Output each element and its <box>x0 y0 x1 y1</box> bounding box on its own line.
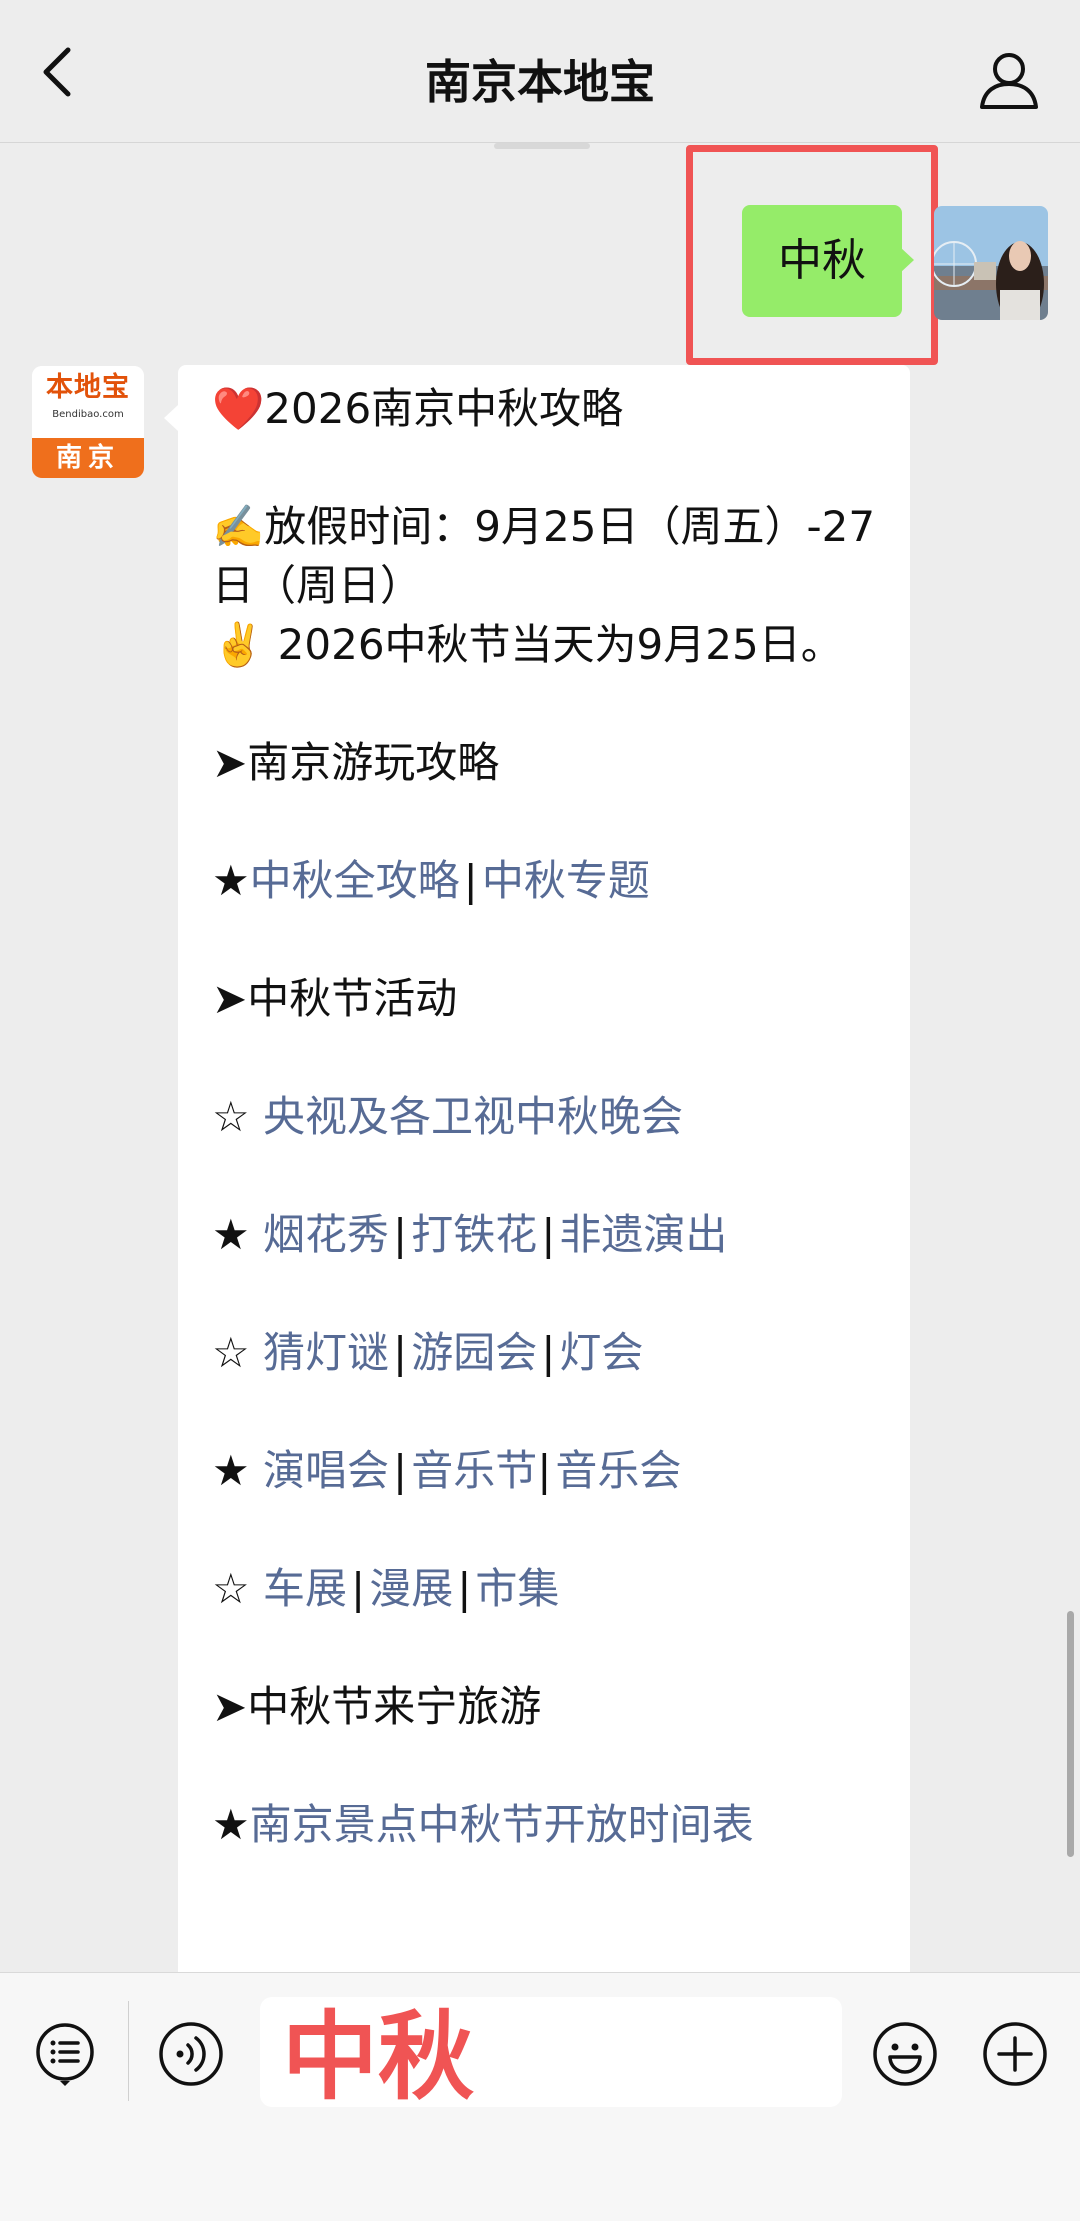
user-avatar-photo <box>934 206 1048 320</box>
brand-avatar[interactable]: 本地宝 Bendibao.com 南京 <box>32 366 144 478</box>
message-link[interactable]: 漫展 <box>369 1564 453 1613</box>
heart-emoji-icon: ❤️ <box>212 384 265 433</box>
input-bar-divider <box>128 2001 129 2101</box>
writing-hand-emoji-icon: ✍️ <box>212 502 265 551</box>
arrow-icon: ➤ <box>212 1682 248 1731</box>
message-link[interactable]: 央视及各卫视中秋晚会 <box>263 1092 683 1141</box>
message-link[interactable]: 中秋专题 <box>482 856 650 905</box>
outgoing-message-bubble[interactable]: 中秋 <box>742 205 902 317</box>
chat-info-button[interactable] <box>978 52 1040 110</box>
brand-logo-domain: Bendibao.com <box>52 409 124 420</box>
menu-button[interactable] <box>32 2021 98 2087</box>
message-link[interactable]: 烟花秀 <box>263 1210 389 1259</box>
section-heading: ➤南京游玩攻略 <box>212 738 500 787</box>
message-link[interactable]: 中秋全攻略 <box>250 856 460 905</box>
arrow-icon: ➤ <box>212 974 248 1023</box>
message-input-bar: 中秋 <box>0 1972 1080 2221</box>
user-avatar[interactable] <box>934 206 1048 320</box>
brand-logo-top: 本地宝 Bendibao.com <box>32 366 144 438</box>
voice-icon <box>159 2022 223 2086</box>
arrow-icon: ➤ <box>212 738 248 787</box>
outgoing-bubble-tail <box>900 247 914 273</box>
message-input-field[interactable]: 中秋 <box>260 1997 842 2107</box>
incoming-message-bubble[interactable]: ❤️2026南京中秋攻略 ✍️放假时间：9月25日（周五）-27日（周日） ✌️… <box>178 365 910 1973</box>
message-link[interactable]: 演唱会 <box>263 1446 389 1495</box>
message-link[interactable]: 音乐节 <box>411 1446 537 1495</box>
message-line-holiday: ✍️放假时间：9月25日（周五）-27日（周日） <box>212 502 876 610</box>
star-filled-icon: ★ <box>212 1446 250 1495</box>
message-link[interactable]: 游园会 <box>411 1328 537 1377</box>
link-row: ★南京景点中秋节开放时间表 <box>212 1795 892 1854</box>
link-row: ☆ 猜灯谜|游园会|灯会 <box>212 1328 644 1377</box>
link-row: ☆ 央视及各卫视中秋晚会 <box>212 1087 892 1146</box>
message-link[interactable]: 灯会 <box>559 1328 643 1377</box>
link-row: ☆ 车展|漫展|市集 <box>212 1564 560 1613</box>
top-navigation-bar: 南京本地宝 <box>0 0 1080 143</box>
star-filled-icon: ★ <box>212 1210 250 1259</box>
more-actions-button[interactable] <box>982 2021 1048 2087</box>
star-outline-icon: ☆ <box>212 1328 250 1377</box>
chat-title: 南京本地宝 <box>425 55 655 109</box>
star-filled-icon: ★ <box>212 856 250 905</box>
star-outline-icon: ☆ <box>212 1564 250 1613</box>
link-row: ★ 烟花秀|打铁花|非遗演出 <box>212 1210 728 1259</box>
message-line-festival-day: ✌️ 2026中秋节当天为9月25日。 <box>212 620 843 669</box>
emoji-icon <box>873 2022 937 2086</box>
message-line-title: ❤️2026南京中秋攻略 <box>212 384 624 433</box>
message-link[interactable]: 音乐会 <box>555 1446 681 1495</box>
timestamp-fragment <box>494 143 590 149</box>
brand-logo-name: 本地宝 <box>46 372 130 403</box>
star-outline-icon: ☆ <box>212 1092 250 1141</box>
incoming-message-text: ❤️2026南京中秋攻略 ✍️放假时间：9月25日（周五）-27日（周日） ✌️… <box>212 379 892 1854</box>
list-menu-icon <box>36 2023 94 2086</box>
person-icon <box>980 53 1038 109</box>
incoming-bubble-tail <box>164 405 178 431</box>
plus-icon <box>983 2022 1047 2086</box>
voice-button[interactable] <box>158 2021 224 2087</box>
message-link[interactable]: 非遗演出 <box>559 1210 727 1259</box>
message-link[interactable]: 车展 <box>263 1564 347 1613</box>
chat-message-area[interactable]: 中秋 本地宝 Bendibao.com 南京 ❤️2026南京中秋攻略 ✍️放假… <box>0 143 1080 1973</box>
message-link[interactable]: 猜灯谜 <box>263 1328 389 1377</box>
brand-logo-city: 南京 <box>32 438 144 478</box>
link-row: ★ 演唱会|音乐节|音乐会 <box>212 1446 682 1495</box>
chat-scrollbar[interactable] <box>1067 1611 1074 1857</box>
victory-hand-emoji-icon: ✌️ <box>212 620 265 669</box>
message-link[interactable]: 南京景点中秋节开放时间表 <box>250 1800 754 1849</box>
link-row: ★中秋全攻略|中秋专题 <box>212 856 650 905</box>
message-link[interactable]: 市集 <box>475 1564 559 1613</box>
section-heading: ➤中秋节来宁旅游 <box>212 1682 542 1731</box>
message-input-value: 中秋 <box>282 2001 474 2113</box>
section-heading: ➤中秋节活动 <box>212 974 458 1023</box>
message-link[interactable]: 打铁花 <box>411 1210 537 1259</box>
star-filled-icon: ★ <box>212 1800 250 1849</box>
emoji-button[interactable] <box>872 2021 938 2087</box>
